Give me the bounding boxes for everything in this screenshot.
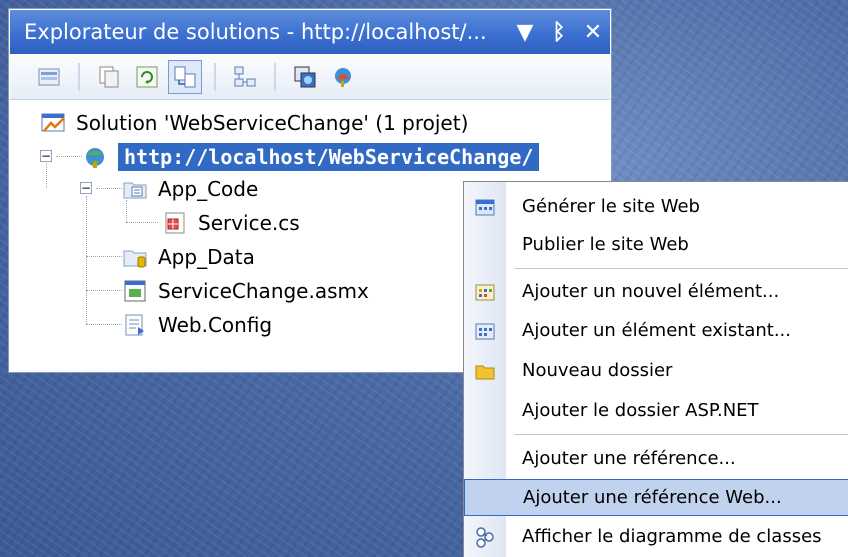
config-file-icon (122, 313, 148, 337)
web-config-label: Web.Config (158, 313, 273, 337)
project-label: http://localhost/WebServiceChange/ (118, 143, 540, 171)
solution-label: Solution 'WebServiceChange' (1 projet) (76, 111, 469, 135)
tree-connector (86, 256, 122, 257)
tree-connector (86, 324, 122, 325)
asp-net-config-icon[interactable] (326, 60, 360, 94)
app-code-collapse-toggle[interactable]: − (80, 182, 92, 194)
tree-connector (96, 188, 122, 189)
tree-connector (86, 290, 122, 291)
menu-item-add-new-item[interactable]: Ajouter un nouvel élément... (464, 273, 848, 310)
menu-item-label: Ajouter le dossier ASP.NET (522, 400, 759, 421)
tree-connector (56, 156, 82, 157)
menu-item-label: Ajouter un nouvel élément... (522, 281, 780, 302)
tree-item-service-cs[interactable]: Service.cs (162, 208, 300, 238)
menu-item-label: Ajouter une référence... (522, 448, 736, 469)
data-folder-icon (122, 245, 148, 269)
tree-item-web-config[interactable]: Web.Config (122, 310, 272, 340)
menu-item-add-existing-item[interactable]: Ajouter un élément existant... (464, 312, 848, 349)
refresh-icon[interactable] (130, 60, 164, 94)
tree-connector (126, 222, 158, 223)
solution-icon (40, 111, 66, 135)
tree-item-app-data[interactable]: App_Data (122, 242, 255, 272)
view-class-diagram-icon[interactable] (228, 60, 262, 94)
menu-item-new-folder[interactable]: Nouveau dossier (464, 352, 848, 389)
service-cs-label: Service.cs (198, 211, 300, 235)
app-data-label: App_Data (158, 245, 255, 269)
menu-item-view-class-diagram[interactable]: Afficher le diagramme de classes (464, 518, 848, 555)
menu-separator (514, 268, 848, 269)
menu-item-add-reference[interactable]: Ajouter une référence... (464, 440, 848, 477)
menu-item-build-website[interactable]: Générer le site Web (464, 188, 848, 225)
solution-explorer-toolbar (10, 54, 610, 100)
toolbar-separator (214, 62, 216, 91)
show-all-files-icon[interactable] (92, 60, 126, 94)
app-code-label: App_Code (158, 177, 259, 201)
asmx-label: ServiceChange.asmx (158, 279, 369, 303)
folder-icon (464, 361, 506, 381)
build-icon (464, 197, 506, 217)
menu-item-label: Publier le site Web (522, 234, 689, 255)
toolbar-separator (274, 62, 276, 91)
toolbar-separator (78, 62, 80, 91)
project-collapse-toggle[interactable]: − (40, 150, 52, 162)
window-title: Explorateur de solutions - http://localh… (24, 20, 487, 44)
tree-item-service-asmx[interactable]: ServiceChange.asmx (122, 276, 369, 306)
code-folder-icon (122, 177, 148, 201)
new-item-icon (464, 282, 506, 302)
menu-item-label: Ajouter un élément existant... (522, 320, 791, 341)
copy-website-icon[interactable] (288, 60, 322, 94)
properties-icon[interactable] (32, 60, 66, 94)
menu-item-label: Générer le site Web (522, 196, 700, 217)
menu-separator (514, 434, 848, 435)
tree-item-solution[interactable]: Solution 'WebServiceChange' (1 projet) (40, 108, 468, 138)
asmx-file-icon (122, 279, 148, 303)
menu-item-publish-website[interactable]: Publier le site Web (464, 226, 848, 263)
solution-explorer-titlebar: Explorateur de solutions - http://localh… (10, 10, 610, 54)
nest-related-files-icon[interactable] (168, 59, 202, 94)
csharp-file-icon (162, 211, 188, 235)
menu-item-add-web-reference[interactable]: Ajouter une référence Web... (464, 479, 848, 516)
menu-item-add-asp-net-folder[interactable]: Ajouter le dossier ASP.NET (464, 392, 848, 429)
existing-item-icon (464, 321, 506, 341)
dropdown-button[interactable]: ▼ (508, 20, 542, 45)
menu-item-label: Afficher le diagramme de classes (522, 526, 822, 547)
tree-item-project[interactable]: http://localhost/WebServiceChange/ (82, 142, 540, 172)
tree-item-app-code[interactable]: App_Code (122, 174, 258, 204)
menu-item-label: Ajouter une référence Web... (523, 487, 782, 508)
context-menu: Générer le site Web Publier le site Web … (463, 181, 848, 557)
class-diagram-icon (464, 526, 506, 548)
tree-connector (86, 196, 87, 324)
menu-item-label: Nouveau dossier (522, 360, 673, 381)
pin-button[interactable]: ᛒ (542, 20, 576, 45)
close-button[interactable]: ✕ (576, 20, 610, 45)
web-project-icon (82, 145, 108, 169)
tree-connector (46, 160, 47, 188)
